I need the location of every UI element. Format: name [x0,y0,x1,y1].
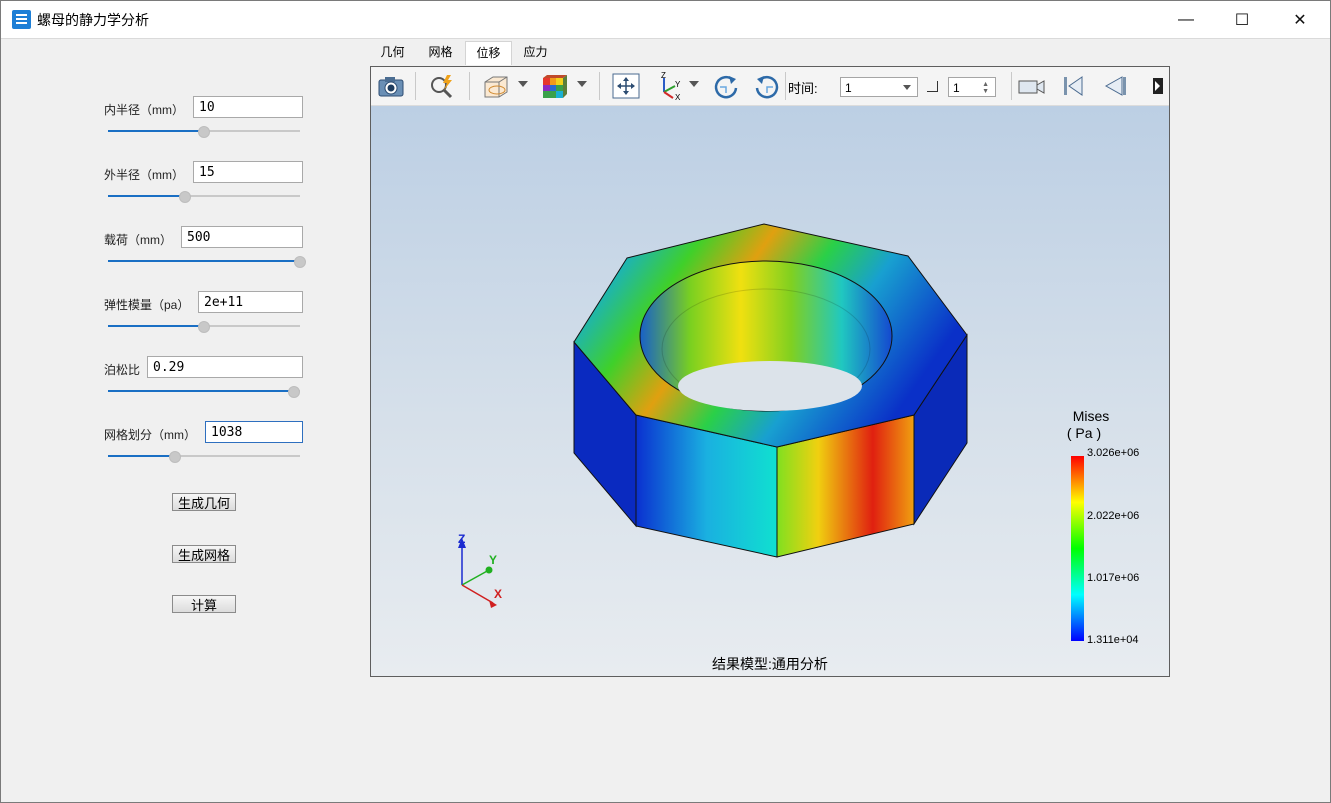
time-select[interactable]: 1 [840,77,918,97]
param-label-mesh-size: 网格划分（mm） [104,428,196,442]
tab-mesh[interactable]: 网格 [418,41,463,64]
generate-geometry-button[interactable]: 生成几何 [172,493,236,511]
view-dropdown-icon[interactable] [518,81,528,87]
rotate-cw-icon[interactable] [711,72,741,100]
maximize-button[interactable]: ☐ [1219,1,1265,38]
spinner-icon: ▲ ▼ [982,81,989,95]
compute-button[interactable]: 计算 [172,595,236,613]
slider-knob[interactable] [294,256,306,268]
param-label-poisson-ratio: 泊松比 [104,363,141,377]
legend-mid-high-label: 2.022e+06 [1087,510,1140,522]
rotate-ccw-icon[interactable] [752,72,782,100]
param-label-inner-radius: 内半径（mm） [104,103,184,117]
parameter-panel: 内半径（mm） 10 外半径（mm） 15 载荷（mm） 500 弹性模量（pa… [1,39,361,799]
legend-max-label: 3.026e+06 [1087,447,1140,459]
svg-text:Y: Y [675,80,681,89]
param-label-load: 载荷（mm） [104,233,172,247]
record-icon[interactable] [1016,72,1046,100]
inner-radius-slider[interactable] [108,125,300,138]
mesh-size-input[interactable]: 1038 [205,421,303,443]
stress-contour-model [458,223,1084,641]
inner-radius-input[interactable]: 10 [193,96,303,118]
legend-unit: ( Pa ) [1066,425,1102,441]
step-value: 1 [953,81,960,95]
result-caption: 结果模型:通用分析 [712,656,828,672]
app-icon [12,10,31,29]
tab-geometry[interactable]: 几何 [370,41,415,64]
load-slider[interactable] [108,255,306,268]
main-window: 螺母的静力学分析 — ☐ ✕ 内半径（mm） 10 外半径（mm） 15 载荷（… [0,0,1331,803]
svg-text:Z: Z [661,72,666,80]
color-dropdown-icon[interactable] [577,81,587,87]
view-cube-icon[interactable] [481,72,511,100]
poisson-ratio-slider[interactable] [108,385,301,398]
title-bar: 螺母的静力学分析 — ☐ ✕ [1,1,1330,39]
legend-min-label: 1.311e+04 [1087,634,1139,646]
more-icon[interactable] [1149,72,1169,100]
slider-knob[interactable] [288,386,301,398]
close-icon: ✕ [1293,11,1307,29]
maximize-icon: ☐ [1234,11,1250,29]
tab-displacement[interactable]: 位移 [465,41,512,65]
step-marker-icon [927,81,938,92]
load-input[interactable]: 500 [181,226,303,248]
chevron-down-icon [903,85,911,90]
generate-mesh-button[interactable]: 生成网格 [172,545,236,563]
viewer-toolbar: Z YX 时间: 1 1 ▲ ▼ [371,67,1169,106]
param-label-outer-radius: 外半径（mm） [104,168,184,182]
prev-frame-icon[interactable] [1100,72,1130,100]
window-title: 螺母的静力学分析 [37,12,149,28]
elastic-modulus-input[interactable]: 2e+11 [198,291,303,313]
pan-icon[interactable] [611,72,641,100]
step-spinbox[interactable]: 1 ▲ ▼ [948,77,996,97]
axis-label-z: Z [458,532,466,546]
color-display-icon[interactable] [539,72,569,100]
first-frame-icon[interactable] [1058,72,1088,100]
axis-label-y: Y [489,553,498,567]
slider-knob[interactable] [198,126,210,138]
viewport-3d[interactable]: Z Y X Mises ( Pa ) 3.026e+06 2.022e+06 1… [371,106,1169,676]
poisson-ratio-input[interactable]: 0.29 [147,356,303,378]
minimize-button[interactable]: — [1163,1,1209,38]
slider-knob[interactable] [169,451,182,463]
result-viewer: ZYX 时间: 1 1 ▲ ▼ Z Y X Mises (Pa) 3.026… [370,66,1170,677]
axes-dropdown-icon[interactable] [689,81,699,87]
minimize-icon: — [1178,10,1194,28]
param-label-elastic-modulus: 弹性模量（pa） [104,298,190,312]
close-button[interactable]: ✕ [1277,1,1323,38]
elastic-modulus-slider[interactable] [108,320,300,333]
axes-icon[interactable]: Z YX [655,71,685,102]
slider-knob[interactable] [198,321,210,333]
camera-icon[interactable] [376,72,406,100]
axis-label-x: X [494,587,503,601]
outer-radius-slider[interactable] [108,190,300,203]
legend-title: Mises [1072,408,1110,424]
zoom-fit-icon[interactable] [427,72,457,100]
mesh-size-slider[interactable] [108,450,300,463]
tab-stress[interactable]: 应力 [513,41,558,64]
time-select-value: 1 [845,81,852,95]
slider-knob[interactable] [178,191,191,203]
svg-text:X: X [675,93,681,100]
outer-radius-input[interactable]: 15 [193,161,303,183]
legend-mid-low-label: 1.017e+06 [1087,572,1140,584]
time-label: 时间: [788,81,818,96]
